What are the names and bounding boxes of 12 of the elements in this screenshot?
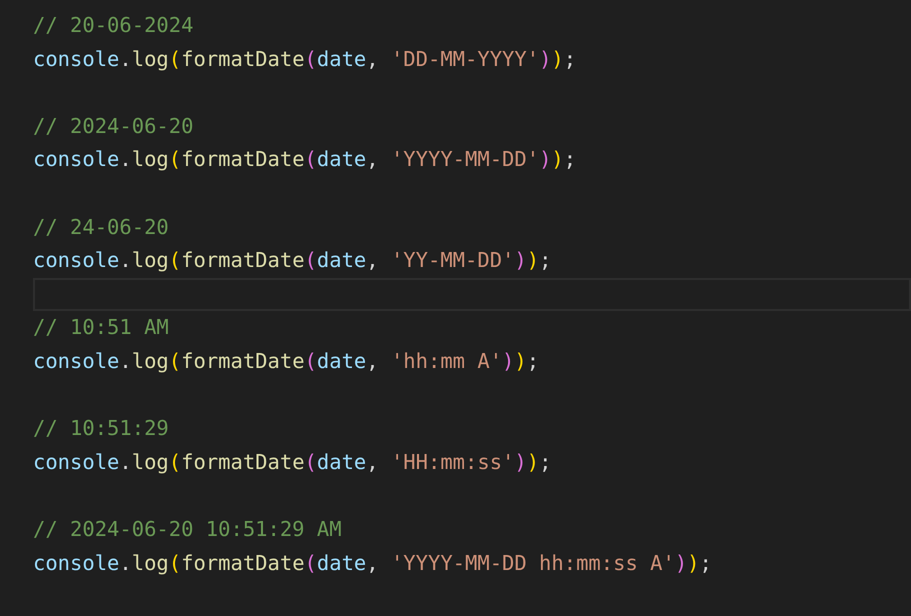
code-line: console.log(formatDate(date, 'HH:mm:ss')); bbox=[33, 450, 552, 474]
code-comment: // 24-06-20 bbox=[33, 214, 169, 239]
code-line: console.log(formatDate(date, 'YYYY-MM-DD')); bbox=[33, 147, 576, 172]
code-comment: // 2024-06-20 bbox=[33, 114, 194, 138]
code-comment: // 10:51 AM bbox=[33, 315, 169, 340]
code-line: console.log(formatDate(date, 'YY-MM-DD')); bbox=[33, 248, 552, 272]
code-line: console.log(formatDate(date, 'YYYY-MM-DD hh:mm:ss A')); bbox=[33, 550, 712, 574]
code-line: console.log(formatDate(date, 'hh:mm A')); bbox=[33, 348, 540, 373]
code-comment: // 20-06-2024 bbox=[33, 13, 194, 37]
code-comment: // 10:51:29 bbox=[33, 416, 169, 440]
code-line: console.log(formatDate(date, 'DD-MM-YYYY')); bbox=[33, 46, 576, 71]
code-comment: // 2024-06-20 10:51:29 AM bbox=[33, 516, 342, 541]
